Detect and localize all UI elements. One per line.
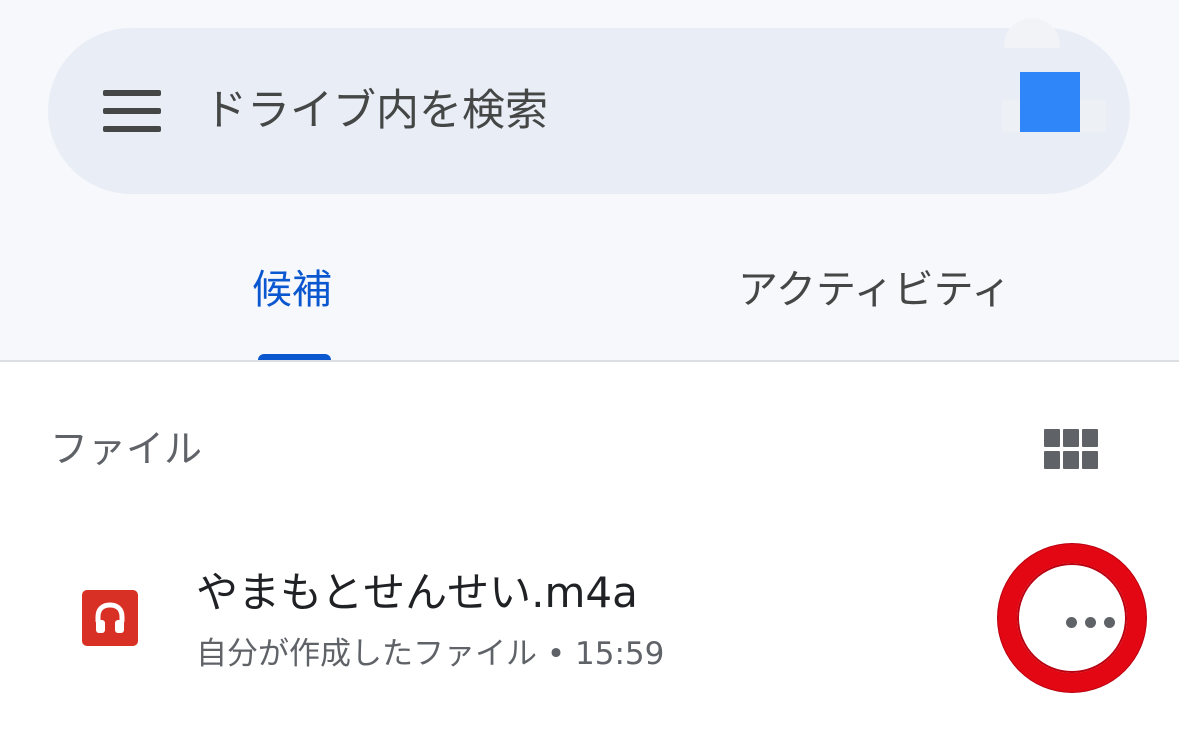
- menu-icon[interactable]: [103, 90, 161, 132]
- more-options-button[interactable]: [998, 544, 1146, 692]
- file-metadata: 自分が作成したファイル • 15:59: [196, 636, 665, 672]
- account-avatar-icon[interactable]: [1020, 72, 1080, 132]
- file-name[interactable]: やまもとせんせい.m4a: [196, 566, 638, 620]
- tabs-divider: [0, 360, 1179, 362]
- audio-file-icon: [82, 590, 138, 646]
- tab-activity[interactable]: アクティビティ: [738, 262, 1011, 318]
- more-horizontal-icon: [1066, 617, 1120, 628]
- top-app-area: ドライブ内を検索 候補 アクティビティ: [0, 0, 1179, 362]
- search-placeholder[interactable]: ドライブ内を検索: [204, 84, 548, 138]
- account-avatar-shadow: [1004, 18, 1060, 48]
- tab-suggested[interactable]: 候補: [252, 262, 332, 318]
- section-title-files: ファイル: [50, 427, 203, 471]
- grid-view-icon[interactable]: [1044, 429, 1098, 470]
